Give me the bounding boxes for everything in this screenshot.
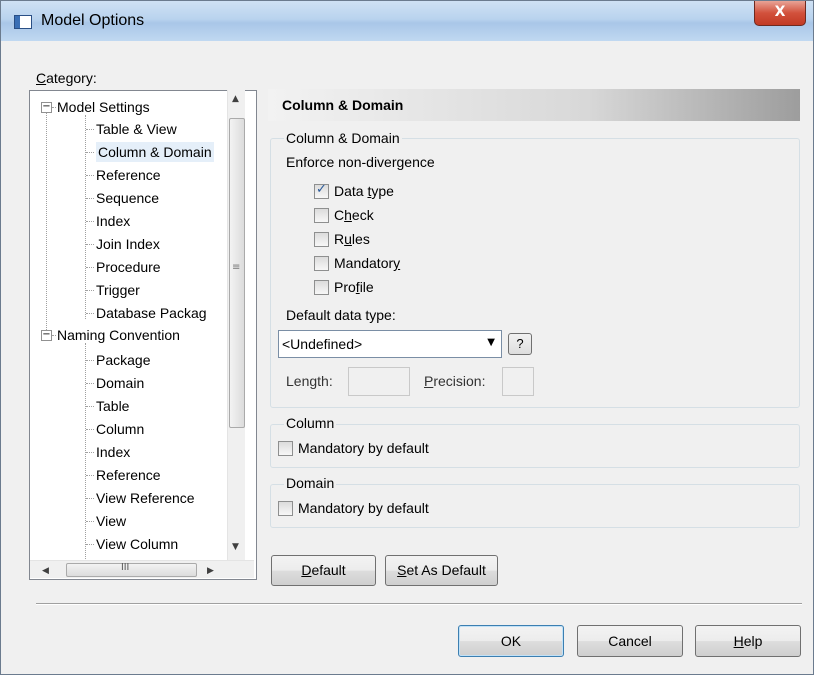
column-mandatory-checkbox[interactable] [278, 441, 293, 456]
cancel-button[interactable]: Cancel [577, 625, 683, 657]
tree-item-procedure[interactable]: Procedure [96, 257, 161, 277]
set-as-default-button[interactable]: Set As Default [385, 555, 498, 586]
checkbox-label: Profile [334, 279, 374, 295]
collapse-naming-convention-icon[interactable]: − [41, 330, 52, 341]
collapse-model-settings-icon[interactable]: − [41, 102, 52, 113]
checkbox-mandatory[interactable] [314, 256, 329, 271]
length-field[interactable] [348, 367, 410, 396]
tree-item-package[interactable]: Package [96, 350, 150, 370]
tree-item-naming-convention[interactable]: Naming Convention [57, 325, 180, 345]
tree-item-column[interactable]: Column [96, 419, 144, 439]
tree-horizontal-scroll-thumb[interactable] [66, 563, 197, 577]
data-type-help-button[interactable]: ? [508, 333, 532, 355]
tree-item-index[interactable]: Index [96, 211, 130, 231]
scroll-left-icon[interactable]: ◀ [42, 566, 49, 576]
checkbox-label: Rules [334, 231, 370, 247]
checkbox-rules[interactable] [314, 232, 329, 247]
ok-button[interactable]: OK [458, 625, 564, 657]
app-icon [14, 15, 32, 29]
column-group-title: Column [284, 415, 337, 431]
domain-group-title: Domain [284, 475, 337, 491]
tree-item-sequence[interactable]: Sequence [96, 188, 159, 208]
help-button[interactable]: Help [695, 625, 801, 657]
tree-item-table[interactable]: Table [96, 396, 129, 416]
domain-mandatory-checkbox[interactable] [278, 501, 293, 516]
scroll-down-icon[interactable]: ▼ [232, 542, 239, 552]
tree-item-model-settings[interactable]: Model Settings [57, 97, 150, 117]
window-title: Model Options [41, 12, 145, 29]
tree-vertical-scroll-thumb[interactable] [229, 118, 245, 428]
checkbox-data-type[interactable] [314, 182, 329, 199]
title-bar[interactable]: Model Options X [1, 1, 813, 41]
separator [36, 603, 802, 605]
close-button[interactable]: X [754, 1, 806, 26]
column-mandatory-label: Mandatory by default [298, 440, 429, 456]
hscroll-grip: III [121, 562, 130, 573]
default-data-type-select[interactable]: <Undefined> ▼ [278, 330, 502, 358]
default-data-type-value: <Undefined> [282, 336, 363, 352]
column-domain-group-title: Column & Domain [284, 130, 402, 146]
tree-item-view-column[interactable]: View Column [96, 534, 178, 554]
domain-mandatory-label: Mandatory by default [298, 500, 429, 516]
default-data-type-label: Default data type: [286, 307, 396, 323]
precision-field[interactable] [502, 367, 534, 396]
tree-item-view-reference[interactable]: View Reference [96, 488, 195, 508]
tree-item-domain[interactable]: Domain [96, 373, 144, 393]
tree-item-database-packag[interactable]: Database Packag [96, 303, 207, 323]
tree-item-reference[interactable]: Reference [96, 465, 161, 485]
tree-item-reference[interactable]: Reference [96, 165, 161, 185]
tree-item-trigger[interactable]: Trigger [96, 280, 140, 300]
chevron-down-icon: ▼ [487, 337, 495, 348]
scroll-up-icon[interactable]: ▲ [232, 94, 239, 104]
category-label: Category: [36, 70, 97, 86]
panel-header-title: Column & Domain [282, 97, 404, 113]
tree-item-join-index[interactable]: Join Index [96, 234, 160, 254]
tree-item-index[interactable]: Index [96, 442, 130, 462]
length-label: Length: [286, 373, 333, 389]
checkbox-check[interactable] [314, 208, 329, 223]
enforce-label: Enforce non-divergence [286, 154, 435, 170]
default-button[interactable]: Default [271, 555, 376, 586]
tree-item-view[interactable]: View [96, 511, 126, 531]
checkbox-label: Mandatory [334, 255, 401, 271]
tree-item-table-view[interactable]: Table & View [96, 119, 177, 139]
checkbox-profile[interactable] [314, 280, 329, 295]
tree-item-column-domain[interactable]: Column & Domain [96, 142, 214, 162]
checkbox-label: Data type [334, 183, 394, 199]
scroll-right-icon[interactable]: ▶ [207, 566, 214, 576]
precision-label: Precision: [424, 373, 486, 389]
category-tree[interactable]: − Model Settings Table & View Column & Do… [29, 90, 257, 580]
checkbox-label: Check [334, 207, 374, 223]
grip-icon: ≡ [232, 262, 241, 273]
